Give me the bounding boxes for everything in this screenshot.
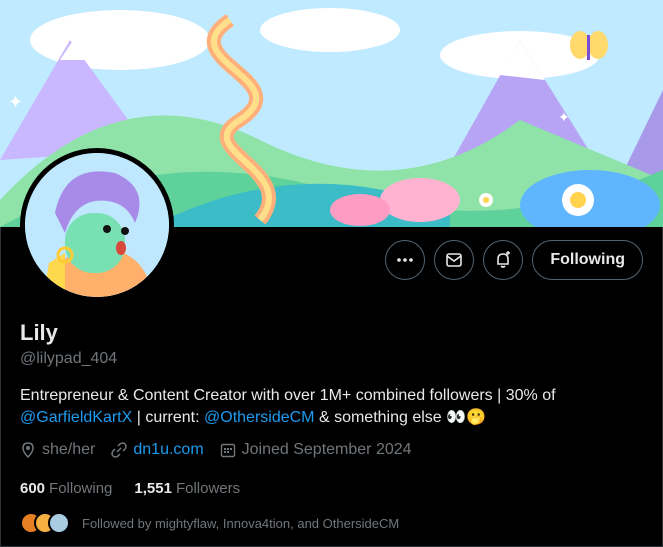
pronouns: she/her [20, 441, 95, 459]
website-link[interactable]: dn1u.com [133, 441, 203, 459]
join-date: Joined September 2024 [220, 441, 412, 459]
bio-text: & something else 👀🫢 [314, 409, 486, 426]
profile-meta: she/her dn1u.com Joined September 2024 [20, 441, 412, 459]
notifications-button[interactable] [483, 240, 524, 280]
avatar-illustration [25, 153, 169, 297]
bio-text: Entrepreneur & Content Creator with over… [20, 387, 556, 404]
location-pin-icon [22, 442, 34, 458]
following-button[interactable]: Following [532, 240, 643, 280]
message-button[interactable] [434, 240, 475, 280]
following-count: 600 [20, 480, 46, 497]
link-icon [111, 442, 128, 458]
join-date-label: Joined September 2024 [241, 441, 412, 458]
followed-by-avatars [20, 512, 70, 534]
more-icon [397, 258, 414, 262]
profile-name: Lily [20, 320, 58, 345]
followers-stat[interactable]: 1,551 Followers [134, 480, 240, 497]
avatar [48, 512, 70, 534]
followed-by-text: Followed by mightyflaw, Innova4tion, and… [82, 515, 400, 531]
calendar-icon [220, 443, 235, 458]
message-icon [446, 253, 463, 267]
following-label: Following [49, 480, 113, 497]
notification-bell-icon [497, 251, 511, 268]
svg-text:✦: ✦ [8, 92, 23, 113]
bio-text: | current: [132, 409, 205, 426]
profile-bio: Entrepreneur & Content Creator with over… [20, 385, 640, 429]
followers-label: Followers [175, 480, 241, 497]
website[interactable]: dn1u.com [111, 441, 204, 459]
profile-handle: @lilypad_404 [20, 350, 118, 367]
bio-mention-othersidecm[interactable]: @OthersideCM [204, 409, 315, 426]
profile-avatar[interactable] [20, 148, 174, 302]
followed-by[interactable]: Followed by mightyflaw, Innova4tion, and… [20, 512, 399, 534]
followers-count: 1,551 [134, 480, 172, 497]
bio-mention-garfieldkartx[interactable]: @GarfieldKartX [20, 409, 132, 426]
following-stat[interactable]: 600 Following [20, 480, 112, 497]
svg-text:✦: ✦ [558, 110, 570, 126]
follow-stats: 600 Following 1,551 Followers [20, 480, 240, 497]
profile-actions: Following [385, 240, 643, 280]
more-button[interactable] [385, 240, 426, 280]
pronouns-label: she/her [42, 441, 96, 458]
